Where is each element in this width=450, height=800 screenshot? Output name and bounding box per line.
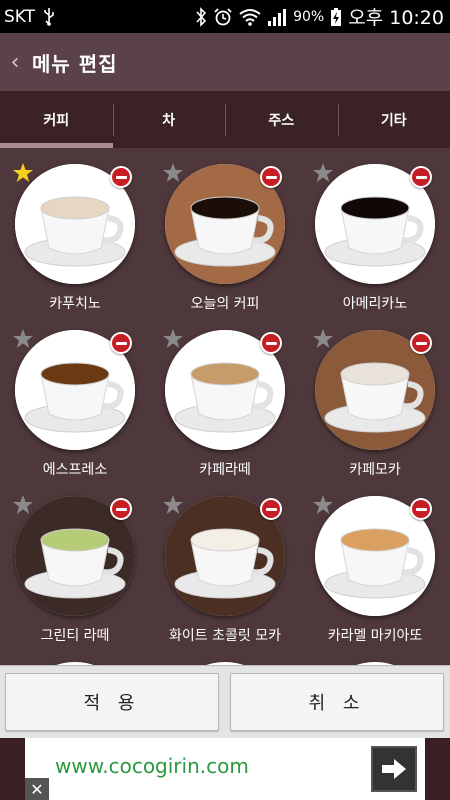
wifi-icon	[239, 8, 261, 26]
menu-item-label: 오늘의 커피	[190, 296, 260, 312]
menu-item[interactable]: 오늘의 커피	[150, 148, 300, 314]
tab-etc[interactable]: 기타	[337, 91, 450, 148]
tab-label: 차	[162, 112, 176, 129]
star-icon[interactable]	[312, 328, 334, 350]
page-title: 메뉴 편집	[32, 51, 118, 76]
menu-item[interactable]: 카푸치노	[0, 148, 150, 314]
menu-item[interactable]: 아메리카노	[300, 148, 450, 314]
delete-minus-icon[interactable]	[260, 332, 282, 354]
menu-item[interactable]: 카페라떼	[150, 314, 300, 480]
apply-button[interactable]: 적 용	[5, 673, 219, 731]
bluetooth-icon	[195, 6, 207, 27]
star-icon[interactable]	[162, 328, 184, 350]
delete-minus-icon[interactable]	[110, 166, 132, 188]
menu-grid: 카푸치노 오늘의 커피 아메리카노 에스프레소 카페라떼 카페모카 그린티 라떼…	[0, 148, 450, 665]
alarm-icon	[213, 7, 233, 27]
menu-item[interactable]: 그린티 라떼	[0, 480, 150, 646]
tab-juice[interactable]: 주스	[225, 91, 338, 148]
star-icon[interactable]	[162, 494, 184, 516]
delete-minus-icon[interactable]	[410, 498, 432, 520]
star-icon[interactable]	[162, 162, 184, 184]
cancel-button[interactable]: 취 소	[230, 673, 444, 731]
menu-item[interactable]: 화이트 초콜릿 모카	[150, 480, 300, 646]
menu-item[interactable]: 카라멜 마키아또	[300, 480, 450, 646]
menu-item-label: 에스프레소	[42, 462, 108, 478]
action-bar: 적 용 취 소	[0, 665, 450, 738]
status-bar: SKT 90% 오후 10:20	[0, 0, 450, 33]
delete-minus-icon[interactable]	[410, 166, 432, 188]
menu-item[interactable]: 카페모카	[300, 314, 450, 480]
tab-label: 커피	[43, 112, 70, 129]
tab-tea[interactable]: 차	[112, 91, 226, 148]
menu-item-label: 화이트 초콜릿 모카	[169, 628, 281, 644]
favorite-star-icon[interactable]	[12, 162, 34, 184]
usb-icon	[43, 7, 55, 27]
delete-minus-icon[interactable]	[260, 498, 282, 520]
tab-label: 기타	[380, 112, 407, 129]
menu-item-label: 카페모카	[349, 462, 401, 478]
menu-item-label: 그린티 라떼	[40, 628, 110, 644]
battery-percent: 90%	[293, 8, 325, 25]
menu-item-label: 카푸치노	[49, 296, 101, 312]
carrier-label: SKT	[4, 6, 36, 27]
close-ad-icon[interactable]: ✕	[25, 778, 49, 800]
tab-coffee[interactable]: 커피	[0, 91, 113, 148]
delete-minus-icon[interactable]	[410, 332, 432, 354]
delete-minus-icon[interactable]	[110, 498, 132, 520]
menu-item-partial[interactable]	[300, 646, 450, 665]
menu-item-partial[interactable]	[0, 646, 150, 665]
app-bar: ‹ 메뉴 편집	[0, 33, 450, 91]
delete-minus-icon[interactable]	[110, 332, 132, 354]
ad-banner: www.cocogirin.com	[0, 738, 450, 800]
ad-arrow-button[interactable]	[371, 746, 417, 792]
menu-item-label: 카페라떼	[199, 462, 251, 478]
menu-item-label: 카라멜 마키아또	[327, 628, 423, 644]
star-icon[interactable]	[12, 328, 34, 350]
star-icon[interactable]	[312, 162, 334, 184]
menu-item-partial[interactable]	[150, 646, 300, 665]
back-icon[interactable]: ‹	[4, 50, 26, 75]
tab-label: 주스	[268, 112, 295, 129]
menu-item[interactable]: 에스프레소	[0, 314, 150, 480]
clock: 오후 10:20	[348, 7, 444, 29]
star-icon[interactable]	[12, 494, 34, 516]
ad-content[interactable]: www.cocogirin.com	[25, 738, 425, 800]
battery-charging-icon	[330, 7, 342, 27]
menu-item-label: 아메리카노	[342, 296, 408, 312]
ad-url: www.cocogirin.com	[55, 754, 249, 778]
signal-icon	[267, 8, 287, 26]
arrow-right-icon	[382, 759, 406, 779]
star-icon[interactable]	[312, 494, 334, 516]
category-tabs: 커피 차 주스 기타	[0, 91, 450, 148]
delete-minus-icon[interactable]	[260, 166, 282, 188]
